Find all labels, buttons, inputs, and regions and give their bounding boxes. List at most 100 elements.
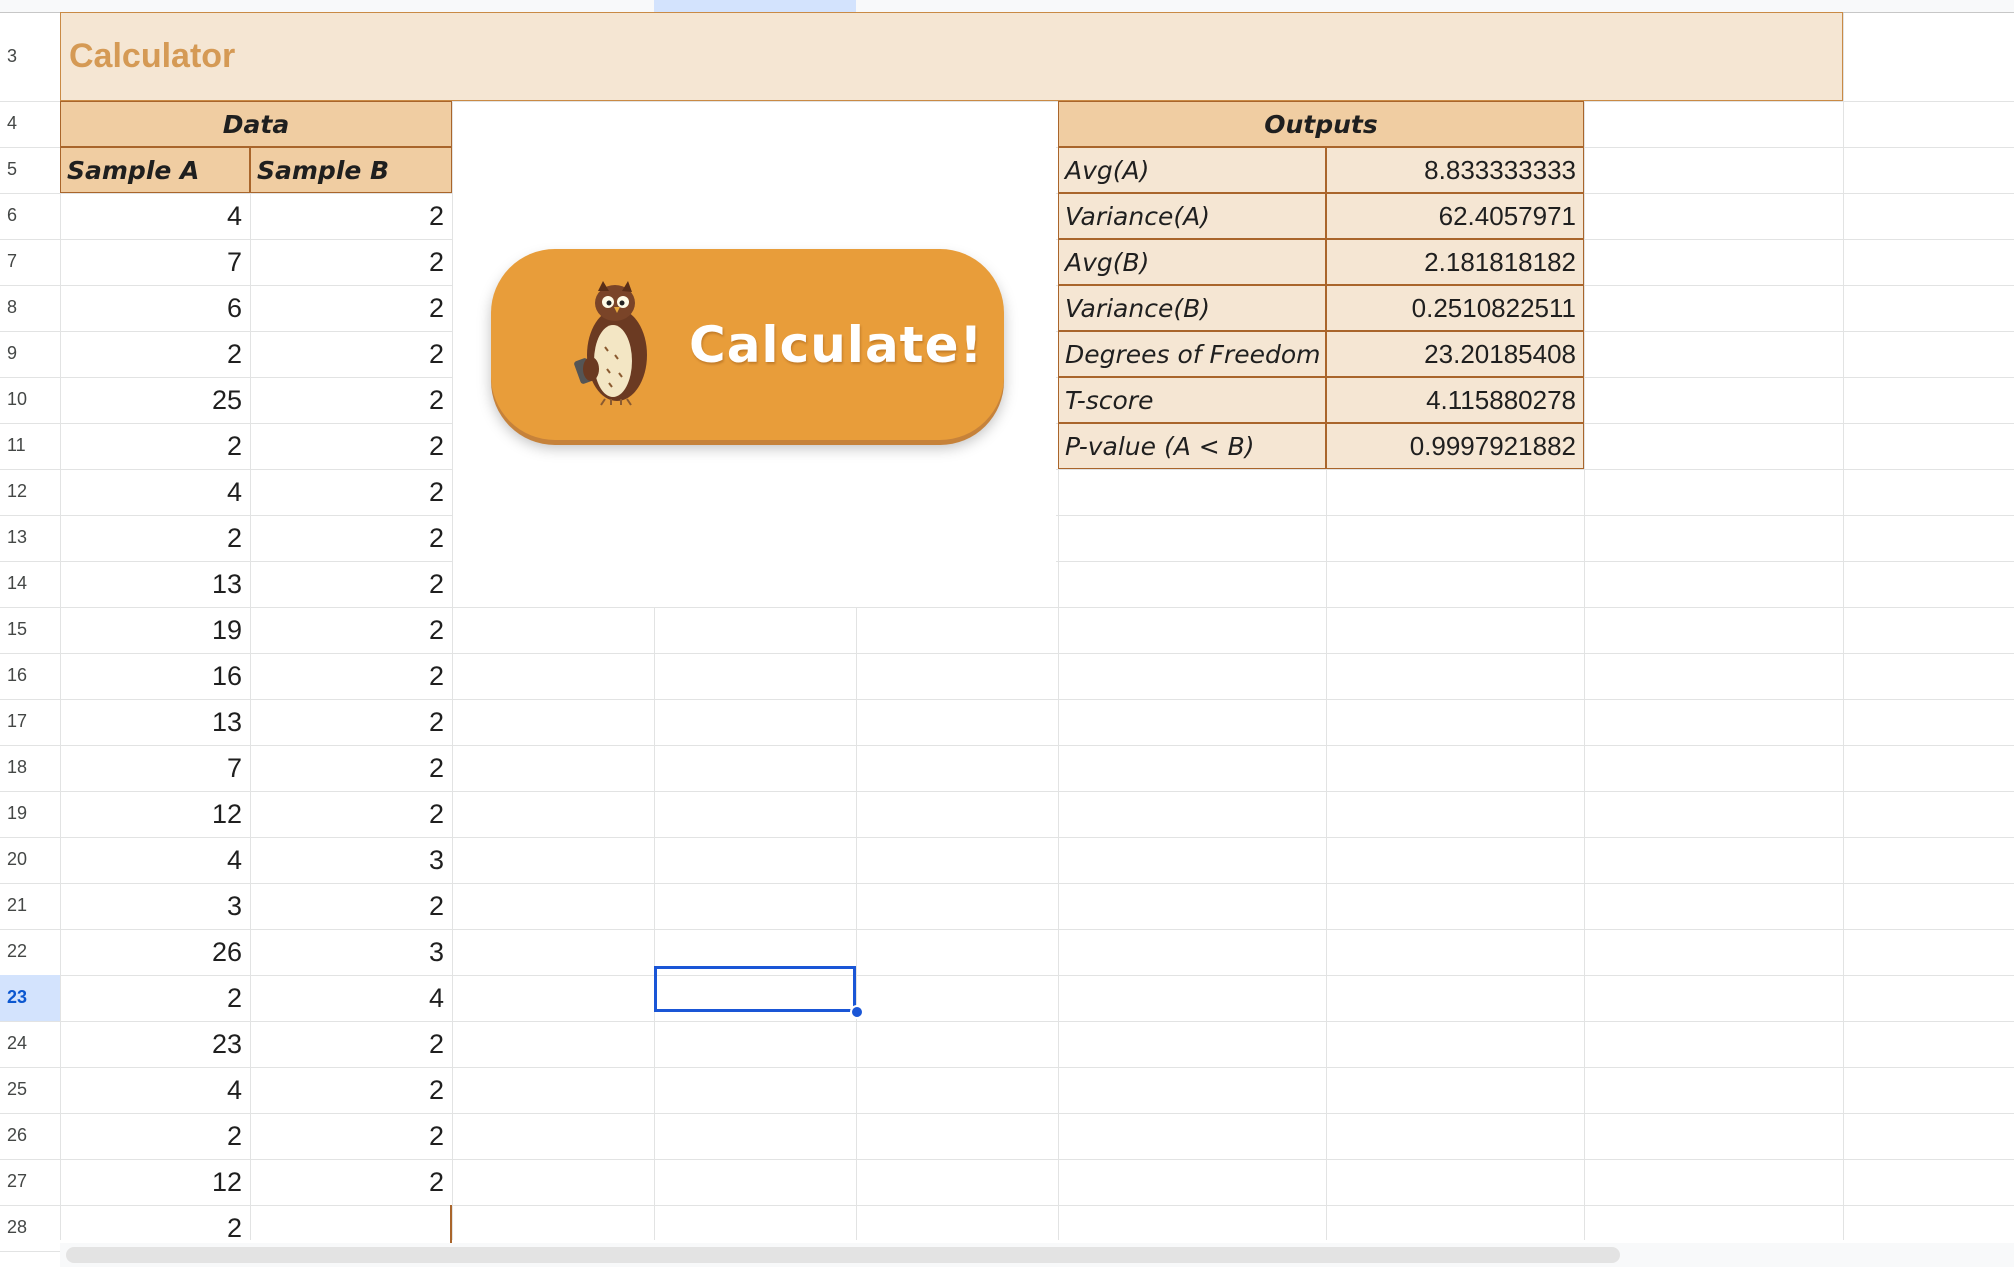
- sample-b-cell[interactable]: 2: [250, 331, 452, 377]
- row-header-5[interactable]: 5: [0, 159, 58, 180]
- sample-a-cell[interactable]: 2: [60, 331, 250, 377]
- sample-b-cell[interactable]: 4: [250, 975, 452, 1021]
- row-header-8[interactable]: 8: [0, 297, 58, 318]
- row-header-26[interactable]: 26: [0, 1125, 58, 1146]
- sample-a-cell[interactable]: 2: [60, 1113, 250, 1159]
- output-value[interactable]: 23.20185408: [1326, 331, 1584, 377]
- row-header-23[interactable]: 23: [0, 987, 58, 1008]
- row-header-24[interactable]: 24: [0, 1033, 58, 1054]
- column-header-selected[interactable]: [654, 0, 856, 12]
- sample-a-cell[interactable]: 26: [60, 929, 250, 975]
- sample-a-cell[interactable]: 23: [60, 1021, 250, 1067]
- owl-icon: [574, 281, 647, 406]
- sample-b-cell[interactable]: 2: [250, 285, 452, 331]
- row-header-3[interactable]: 3: [0, 46, 58, 67]
- sample-a-cell[interactable]: 13: [60, 561, 250, 607]
- row-header-22[interactable]: 22: [0, 941, 58, 962]
- sample-b-cell[interactable]: 3: [250, 929, 452, 975]
- sample-b-cell[interactable]: 2: [250, 791, 452, 837]
- sample-a-cell[interactable]: 2: [60, 423, 250, 469]
- output-label[interactable]: Variance(A): [1058, 193, 1326, 239]
- output-label[interactable]: Avg(B): [1058, 239, 1326, 285]
- spreadsheet-grid[interactable]: 3 4 5 6 7 8 9 10 11 12 13 14 15 16 17 18 19 20 21 22 23 24 25 2…: [0, 0, 2014, 1273]
- outputs-header[interactable]: Outputs: [1058, 101, 1584, 147]
- sample-b-cell[interactable]: 2: [250, 699, 452, 745]
- sample-b-cell[interactable]: 2: [250, 377, 452, 423]
- output-value[interactable]: 8.833333333: [1326, 147, 1584, 193]
- row-header-13[interactable]: 13: [0, 527, 58, 548]
- row-header-4[interactable]: 4: [0, 113, 58, 134]
- sample-b-cell[interactable]: 2: [250, 239, 452, 285]
- output-value[interactable]: 0.9997921882: [1326, 423, 1584, 469]
- sample-b-header[interactable]: Sample B: [250, 147, 452, 193]
- sample-a-cell[interactable]: 12: [60, 791, 250, 837]
- sample-a-cell[interactable]: 19: [60, 607, 250, 653]
- column-gridline: [1843, 0, 1844, 1240]
- sample-a-cell[interactable]: 16: [60, 653, 250, 699]
- sample-a-cell[interactable]: 7: [60, 745, 250, 791]
- row-header-21[interactable]: 21: [0, 895, 58, 916]
- sample-b-cell[interactable]: 2: [250, 1159, 452, 1205]
- sample-b-cell[interactable]: 2: [250, 515, 452, 561]
- sample-b-cell[interactable]: 3: [250, 837, 452, 883]
- sample-a-cell[interactable]: 7: [60, 239, 250, 285]
- sample-b-cell[interactable]: 2: [250, 469, 452, 515]
- row-header-12[interactable]: 12: [0, 481, 58, 502]
- sample-a-header[interactable]: Sample A: [60, 147, 250, 193]
- output-label[interactable]: T-score: [1058, 377, 1326, 423]
- row-header-19[interactable]: 19: [0, 803, 58, 824]
- row-header-6[interactable]: 6: [0, 205, 58, 226]
- column-gridline: [1584, 0, 1585, 1240]
- sample-a-cell[interactable]: 13: [60, 699, 250, 745]
- output-value[interactable]: 0.2510822511: [1326, 285, 1584, 331]
- sample-b-cell[interactable]: 2: [250, 1067, 452, 1113]
- sample-a-cell[interactable]: 4: [60, 193, 250, 239]
- sample-b-cell[interactable]: 2: [250, 423, 452, 469]
- sample-b-cell[interactable]: 2: [250, 561, 452, 607]
- sample-a-cell[interactable]: 4: [60, 837, 250, 883]
- sample-a-cell[interactable]: 3: [60, 883, 250, 929]
- row-header-25[interactable]: 25: [0, 1079, 58, 1100]
- sample-b-cell[interactable]: 2: [250, 193, 452, 239]
- row-header-16[interactable]: 16: [0, 665, 58, 686]
- sample-b-cell[interactable]: 2: [250, 1113, 452, 1159]
- sample-a-cell[interactable]: 2: [60, 515, 250, 561]
- output-label[interactable]: P-value (A < B): [1058, 423, 1326, 469]
- title-band: Calculator: [60, 12, 1843, 101]
- output-value[interactable]: 62.4057971: [1326, 193, 1584, 239]
- row-header-18[interactable]: 18: [0, 757, 58, 778]
- row-header-14[interactable]: 14: [0, 573, 58, 594]
- sample-b-cell[interactable]: 2: [250, 883, 452, 929]
- sample-a-cell[interactable]: 2: [60, 975, 250, 1021]
- sample-b-cell[interactable]: 2: [250, 607, 452, 653]
- sample-b-cell[interactable]: 2: [250, 745, 452, 791]
- sample-b-cell[interactable]: 2: [250, 653, 452, 699]
- fill-handle[interactable]: [850, 1005, 864, 1019]
- calculate-button[interactable]: Calculate!: [491, 249, 1004, 440]
- output-value[interactable]: 4.115880278: [1326, 377, 1584, 423]
- sample-a-cell[interactable]: 12: [60, 1159, 250, 1205]
- row-header-11[interactable]: 11: [0, 435, 58, 456]
- output-label[interactable]: Avg(A): [1058, 147, 1326, 193]
- output-value[interactable]: 2.181818182: [1326, 239, 1584, 285]
- sample-a-cell[interactable]: 25: [60, 377, 250, 423]
- active-cell-selection[interactable]: [654, 966, 856, 1012]
- row-header-17[interactable]: 17: [0, 711, 58, 732]
- sample-a-cell[interactable]: 6: [60, 285, 250, 331]
- page-title: Calculator: [69, 37, 236, 75]
- row-header-20[interactable]: 20: [0, 849, 58, 870]
- output-label[interactable]: Variance(B): [1058, 285, 1326, 331]
- data-header[interactable]: Data: [60, 101, 452, 147]
- row-header-7[interactable]: 7: [0, 251, 58, 272]
- horizontal-scrollbar-thumb[interactable]: [66, 1247, 1620, 1263]
- row-header-28[interactable]: 28: [0, 1217, 58, 1238]
- row-header-27[interactable]: 27: [0, 1171, 58, 1192]
- calculate-label: Calculate!: [689, 315, 984, 374]
- row-header-10[interactable]: 10: [0, 389, 58, 410]
- sample-a-cell[interactable]: 4: [60, 1067, 250, 1113]
- row-header-15[interactable]: 15: [0, 619, 58, 640]
- row-header-9[interactable]: 9: [0, 343, 58, 364]
- sample-a-cell[interactable]: 4: [60, 469, 250, 515]
- sample-b-cell[interactable]: 2: [250, 1021, 452, 1067]
- output-label[interactable]: Degrees of Freedom: [1058, 331, 1326, 377]
